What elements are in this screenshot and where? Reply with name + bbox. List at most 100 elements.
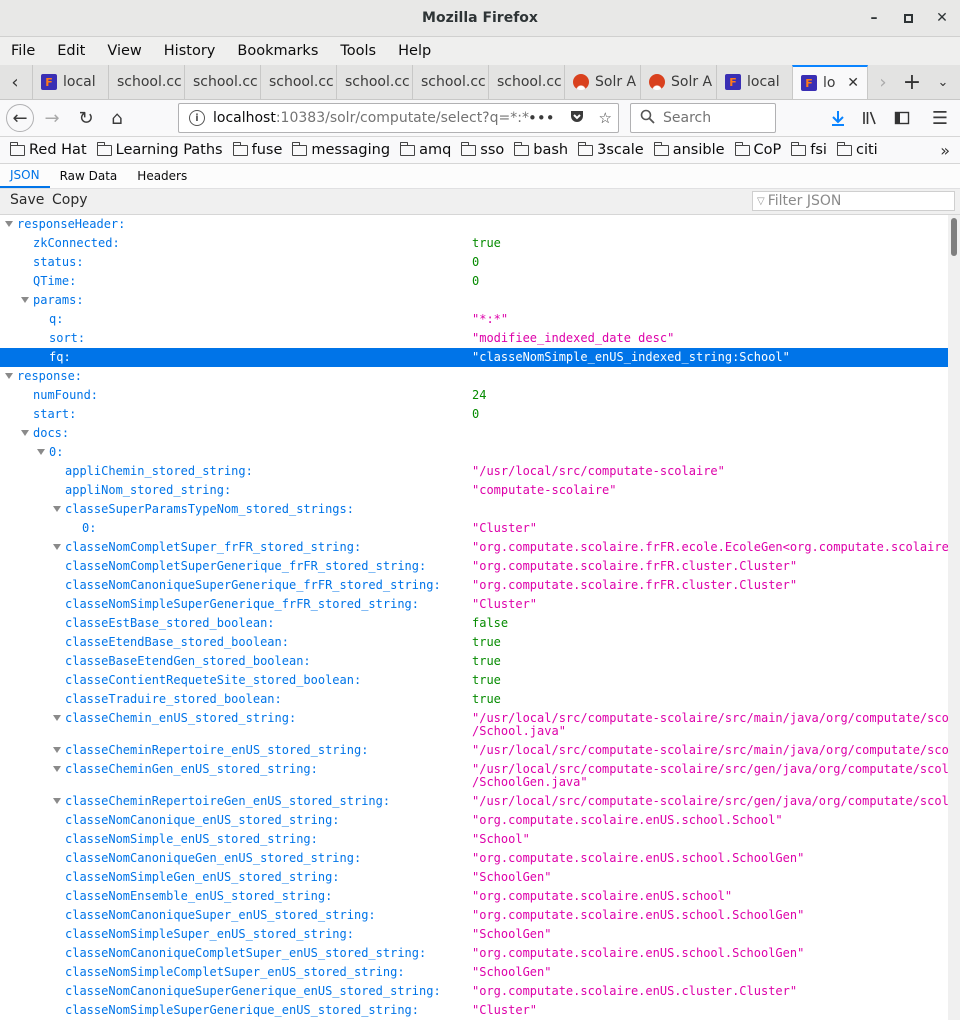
json-row[interactable]: classeNomSimpleSuperGenerique_frFR_store…: [0, 595, 948, 614]
bookmark-folder[interactable]: sso: [461, 141, 504, 158]
json-row[interactable]: start: 0: [0, 405, 948, 424]
back-icon[interactable]: ←: [6, 104, 34, 132]
menu-tools[interactable]: Tools: [329, 43, 387, 59]
forward-icon[interactable]: →: [38, 104, 66, 132]
tabs-scroll-right-icon[interactable]: ›: [868, 65, 898, 99]
expand-toggle-icon[interactable]: [21, 297, 29, 303]
browser-tab[interactable]: F local: [716, 65, 792, 99]
json-row[interactable]: classeNomCanoniqueSuperGenerique_enUS_st…: [0, 982, 948, 1001]
json-row[interactable]: appliChemin_stored_string: "/usr/local/sr…: [0, 462, 948, 481]
bookmark-folder[interactable]: amq: [400, 141, 451, 158]
json-row[interactable]: classeBaseEtendGen_stored_boolean: true: [0, 652, 948, 671]
expand-toggle-icon[interactable]: [53, 747, 61, 753]
library-icon[interactable]: [856, 104, 884, 132]
json-row[interactable]: status: 0: [0, 253, 948, 272]
tab-headers[interactable]: Headers: [127, 164, 197, 188]
bookmark-folder[interactable]: messaging: [292, 141, 390, 158]
json-row[interactable]: classeCheminRepertoire_enUS_stored_strin…: [0, 741, 948, 760]
expand-toggle-icon[interactable]: [21, 430, 29, 436]
json-row[interactable]: classeCheminRepertoireGen_enUS_stored_st…: [0, 792, 948, 811]
json-row[interactable]: classeNomSimpleCompletSuper_enUS_stored_…: [0, 963, 948, 982]
close-icon[interactable]: ✕: [932, 8, 952, 28]
page-actions-icon[interactable]: •••: [528, 109, 555, 127]
json-row[interactable]: params:: [0, 291, 948, 310]
expand-toggle-icon[interactable]: [53, 715, 61, 721]
json-row[interactable]: classeEstBase_stored_boolean: false: [0, 614, 948, 633]
json-row[interactable]: classeEtendBase_stored_boolean: true: [0, 633, 948, 652]
json-row[interactable]: numFound: 24: [0, 386, 948, 405]
json-row[interactable]: appliNom_stored_string: "computate-scolai…: [0, 481, 948, 500]
json-row[interactable]: response:: [0, 367, 948, 386]
sidebar-icon[interactable]: [888, 104, 916, 132]
json-row[interactable]: zkConnected: true: [0, 234, 948, 253]
maximize-icon[interactable]: [898, 8, 918, 28]
expand-toggle-icon[interactable]: [53, 544, 61, 550]
menu-view[interactable]: View: [96, 43, 152, 59]
close-tab-icon[interactable]: ✕: [847, 75, 859, 91]
json-row[interactable]: classeCheminGen_enUS_stored_string: "/usr…: [0, 760, 948, 792]
expand-toggle-icon[interactable]: [53, 798, 61, 804]
bookmark-folder[interactable]: citi: [836, 141, 878, 158]
json-row[interactable]: classeNomSimpleGen_enUS_stored_string: "S…: [0, 868, 948, 887]
json-row[interactable]: docs:: [0, 424, 948, 443]
expand-toggle-icon[interactable]: [5, 373, 13, 379]
json-row[interactable]: 0: "Cluster": [0, 519, 948, 538]
json-row[interactable]: classeContientRequeteSite_stored_boolean…: [0, 671, 948, 690]
expand-toggle-icon[interactable]: [37, 449, 45, 455]
tabs-scroll-left-icon[interactable]: ‹: [0, 65, 30, 99]
vertical-scrollbar[interactable]: [948, 215, 960, 1020]
copy-button[interactable]: Copy: [52, 192, 88, 208]
json-row[interactable]: fq: "classeNomSimple_enUS_indexed_string:…: [0, 348, 948, 367]
downloads-icon[interactable]: [824, 104, 852, 132]
json-row[interactable]: q: "*:*": [0, 310, 948, 329]
menu-file[interactable]: File: [0, 43, 46, 59]
expand-toggle-icon[interactable]: [53, 506, 61, 512]
browser-tab[interactable]: school.cc: [108, 65, 184, 99]
home-icon[interactable]: ⌂: [103, 104, 131, 132]
search-bar[interactable]: Search: [630, 103, 776, 133]
bookmark-folder[interactable]: 3scale: [578, 141, 644, 158]
json-row[interactable]: 0:: [0, 443, 948, 462]
browser-tab[interactable]: school.cc: [260, 65, 336, 99]
save-button[interactable]: Save: [10, 192, 44, 208]
browser-tab[interactable]: school.cc: [184, 65, 260, 99]
json-row[interactable]: classeNomCompletSuper_frFR_stored_string…: [0, 538, 948, 557]
new-tab-icon[interactable]: +: [897, 65, 927, 99]
browser-tab[interactable]: school.cc: [336, 65, 412, 99]
minimize-icon[interactable]: –: [864, 8, 884, 28]
json-row[interactable]: classeNomSimple_enUS_stored_string: "Scho…: [0, 830, 948, 849]
json-row[interactable]: classeNomCanonique_enUS_stored_string: "o…: [0, 811, 948, 830]
reload-icon[interactable]: ↻: [72, 104, 100, 132]
bookmark-folder[interactable]: fuse: [232, 141, 282, 158]
expand-toggle-icon[interactable]: [5, 221, 13, 227]
menu-bookmarks[interactable]: Bookmarks: [226, 43, 329, 59]
bookmark-folder[interactable]: fsi: [791, 141, 827, 158]
json-row[interactable]: classeNomEnsemble_enUS_stored_string: "or…: [0, 887, 948, 906]
json-row[interactable]: classeNomCanoniqueGen_enUS_stored_string…: [0, 849, 948, 868]
json-row[interactable]: classeNomSimpleSuperGenerique_enUS_store…: [0, 1001, 948, 1020]
json-row[interactable]: classeNomCompletSuperGenerique_frFR_stor…: [0, 557, 948, 576]
browser-tab[interactable]: school.cc: [488, 65, 564, 99]
browser-tab[interactable]: school.cc: [412, 65, 488, 99]
filter-json-input[interactable]: ▽ Filter JSON: [752, 191, 955, 211]
browser-tab[interactable]: Solr A: [640, 65, 716, 99]
bookmark-folder[interactable]: ansible: [653, 141, 725, 158]
browser-tab[interactable]: Solr A: [564, 65, 640, 99]
menu-help[interactable]: Help: [387, 43, 442, 59]
bookmarks-overflow-icon[interactable]: »: [940, 137, 950, 163]
list-tabs-icon[interactable]: ⌄: [928, 65, 958, 99]
browser-tab-active[interactable]: F lo ✕: [792, 65, 868, 99]
json-row[interactable]: classeSuperParamsTypeNom_stored_strings:: [0, 500, 948, 519]
menu-edit[interactable]: Edit: [46, 43, 96, 59]
json-row[interactable]: classeNomCanoniqueCompletSuper_enUS_stor…: [0, 944, 948, 963]
browser-tab[interactable]: F local: [32, 65, 108, 99]
bookmark-folder[interactable]: bash: [514, 141, 568, 158]
expand-toggle-icon[interactable]: [53, 766, 61, 772]
json-row[interactable]: classeNomCanoniqueSuperGenerique_frFR_st…: [0, 576, 948, 595]
bookmark-folder[interactable]: Red Hat: [10, 141, 87, 158]
bookmark-folder[interactable]: Learning Paths: [96, 141, 223, 158]
tab-raw-data[interactable]: Raw Data: [50, 164, 128, 188]
url-bar[interactable]: i localhost:10383/solr/computate/select?…: [178, 103, 619, 133]
json-row[interactable]: classeNomCanoniqueSuper_enUS_stored_stri…: [0, 906, 948, 925]
tab-json[interactable]: JSON: [0, 164, 50, 188]
